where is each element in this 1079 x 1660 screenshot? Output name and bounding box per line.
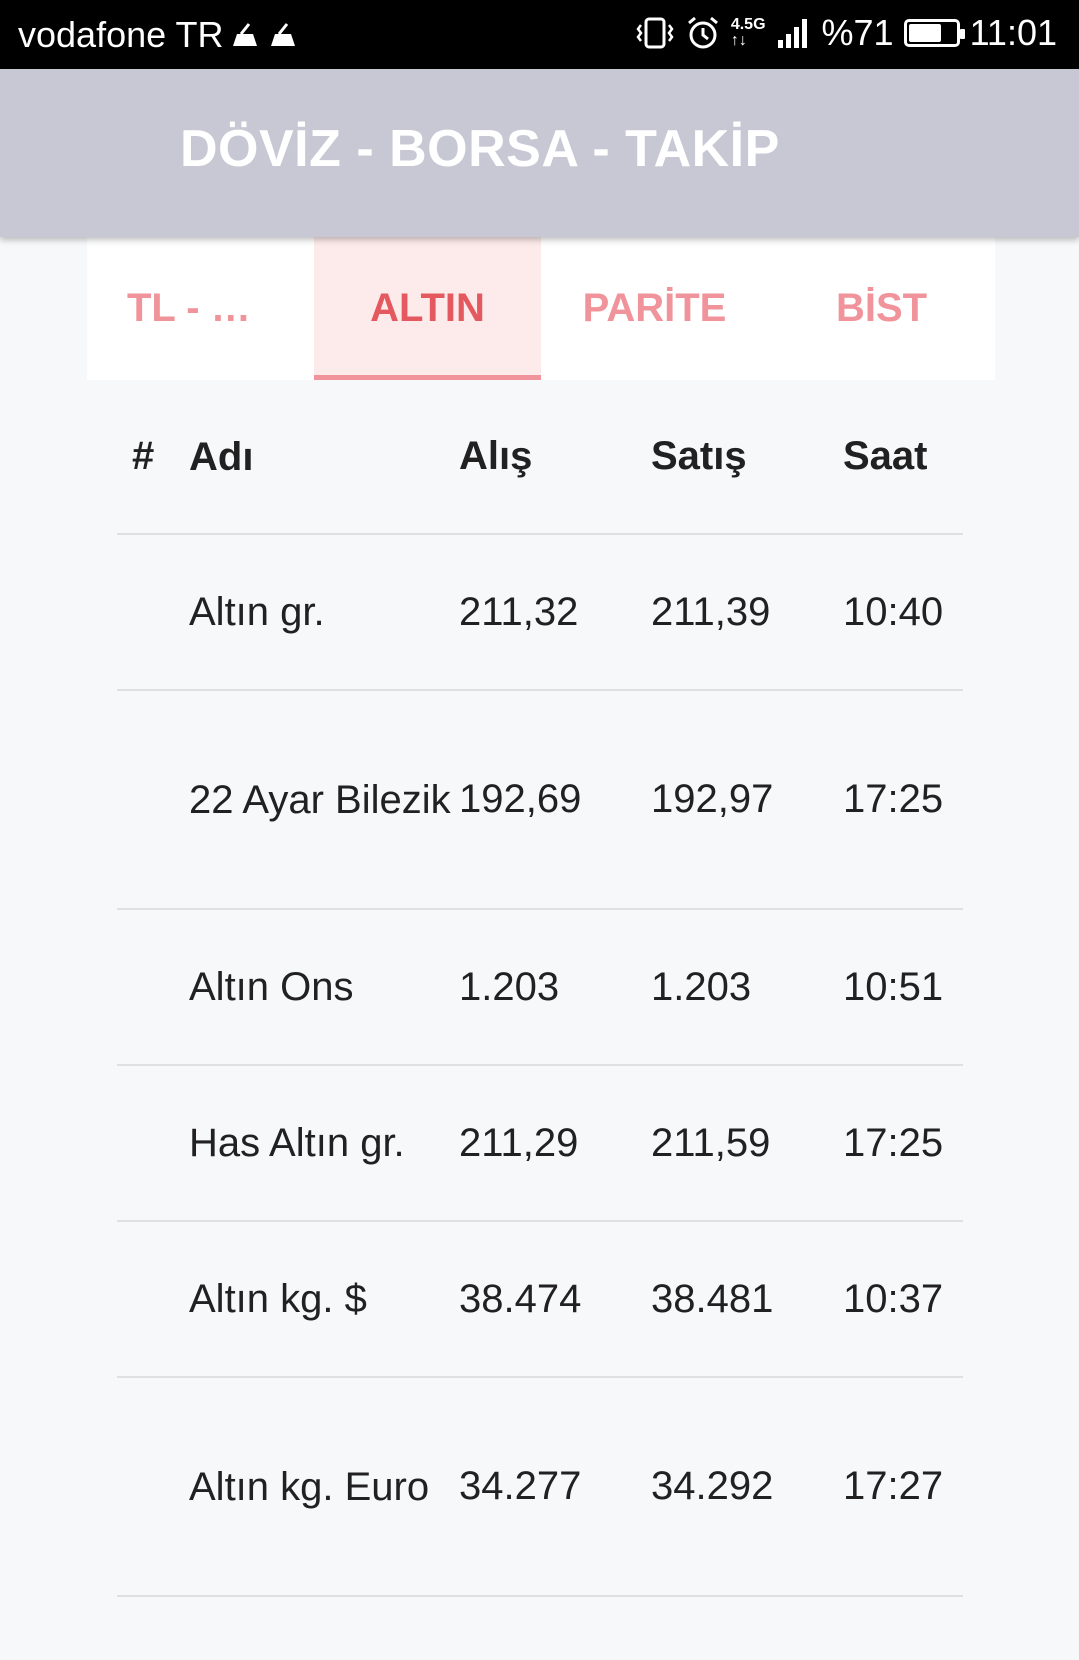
signal-icon (777, 19, 807, 48)
table-row[interactable]: Altın gr. 211,32 211,39 10:40 (117, 535, 963, 691)
carrier-name: vodafone TR (18, 14, 224, 55)
battery-fill (908, 24, 942, 42)
header-index[interactable]: # (117, 434, 189, 479)
tab-label: PARİTE (582, 286, 727, 330)
table-row[interactable]: Altın kg. Euro 34.277 34.292 17:27 (117, 1378, 963, 1597)
header-time[interactable]: Saat (843, 434, 963, 479)
tab-label: ALTIN (370, 286, 485, 330)
row-time: 17:25 (843, 1120, 944, 1165)
tab-altin[interactable]: ALTIN (314, 237, 541, 380)
row-time: 10:51 (843, 964, 944, 1009)
gold-price-table: # Adı Alış Satış Saat Altın gr. 211,32 2… (117, 380, 963, 1597)
row-time: 17:25 (843, 777, 944, 821)
tab-bar: TL - DÖVİZ ALTIN PARİTE BİST (87, 237, 995, 380)
row-buy: 211,32 (459, 589, 579, 634)
row-sell: 38.481 (651, 1276, 774, 1321)
table-row[interactable]: Has Altın gr. 211,29 211,59 17:25 (117, 1066, 963, 1222)
clock: 11:01 (969, 12, 1057, 53)
table-row[interactable]: Altın Ons 1.203 1.203 10:51 (117, 910, 963, 1066)
battery-percent: %71 (821, 12, 894, 53)
row-name: Altın Ons (189, 965, 354, 1009)
row-buy: 211,29 (459, 1120, 579, 1165)
usb-debug-icon (233, 23, 258, 46)
row-name: Altın kg. $ (189, 1277, 367, 1321)
row-name: 22 Ayar Bilezik (189, 777, 451, 822)
alarm-icon (687, 16, 718, 49)
data-arrows-icon: ↑↓ (730, 32, 747, 49)
row-time: 10:40 (843, 589, 944, 634)
row-name: Has Altın gr. (189, 1121, 405, 1165)
usb-icon (271, 23, 296, 46)
carrier-group: vodafone TR (18, 14, 299, 56)
row-time: 10:37 (843, 1276, 944, 1321)
row-sell: 211,59 (651, 1120, 771, 1165)
app-title: DÖVİZ - BORSA - TAKİP (180, 120, 780, 178)
row-name: Altın gr. (189, 590, 325, 634)
tab-tl-doviz[interactable]: TL - DÖVİZ (87, 237, 314, 380)
row-name: Altın kg. Euro (189, 1464, 430, 1509)
vibrate-icon (636, 17, 674, 49)
row-sell: 211,39 (651, 589, 771, 634)
network-type: 4.5G ↑↓ (730, 16, 766, 49)
row-buy: 1.203 (459, 964, 560, 1009)
tab-label: BİST (835, 286, 928, 330)
row-buy: 34.277 (459, 1464, 582, 1508)
status-bar: vodafone TR 4.5G ↑↓ %71 11:01 (0, 0, 1079, 69)
status-icons: 4.5G ↑↓ %71 11:01 (635, 12, 1057, 54)
header-sell[interactable]: Satış (651, 434, 843, 479)
row-buy: 38.474 (459, 1276, 582, 1321)
table-row[interactable]: 22 Ayar Bilezik 192,69 192,97 17:25 (117, 691, 963, 910)
row-sell: 192,97 (651, 777, 774, 821)
table-row[interactable]: Altın kg. $ 38.474 38.481 10:37 (117, 1222, 963, 1378)
tab-label: TL - DÖVİZ (127, 286, 274, 330)
tab-bist[interactable]: BİST (768, 237, 995, 380)
row-buy: 192,69 (459, 777, 582, 821)
app-bar: DÖVİZ - BORSA - TAKİP (0, 69, 1079, 237)
battery-icon (903, 19, 965, 47)
header-buy[interactable]: Alış (459, 434, 651, 479)
row-sell: 1.203 (651, 964, 752, 1009)
tab-parite[interactable]: PARİTE (541, 237, 768, 380)
header-name[interactable]: Adı (189, 426, 459, 488)
row-sell: 34.292 (651, 1464, 774, 1508)
row-time: 17:27 (843, 1464, 944, 1508)
table-header: # Adı Alış Satış Saat (117, 380, 963, 535)
